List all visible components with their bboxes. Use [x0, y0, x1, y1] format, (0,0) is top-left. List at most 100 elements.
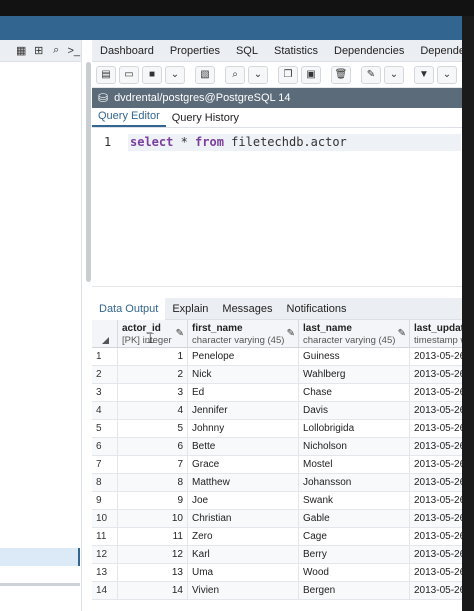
cell-actor-id[interactable]: 13	[118, 564, 188, 582]
connection-bar[interactable]: ⛁ dvdrental/postgres@PostgreSQL 14	[92, 88, 462, 108]
find-icon[interactable]: ⌕	[225, 65, 245, 84]
cell-last-update[interactable]: 2013-05-26	[410, 438, 462, 456]
row-number[interactable]: 2	[92, 366, 118, 384]
open-file-icon[interactable]: ▤	[96, 65, 116, 84]
edit-icon[interactable]: ✎	[361, 65, 381, 84]
delete-icon[interactable]: 🗑	[331, 65, 351, 84]
row-number[interactable]: 9	[92, 492, 118, 510]
cell-actor-id[interactable]: 11	[118, 528, 188, 546]
cell-first-name[interactable]: Christian	[188, 510, 299, 528]
table-row[interactable]: 13 13 Uma Wood 2013-05-26	[92, 564, 462, 582]
filter-icon[interactable]: ▼	[414, 65, 434, 84]
row-number[interactable]: 8	[92, 474, 118, 492]
row-number[interactable]: 14	[92, 582, 118, 600]
search-icon[interactable]: ⌕	[49, 42, 64, 59]
cell-first-name[interactable]: Matthew	[188, 474, 299, 492]
chevron-down-icon[interactable]: ⌄	[437, 65, 457, 84]
tab-query-history[interactable]: Query History	[166, 112, 245, 127]
save-data-icon[interactable]: ▧	[195, 65, 215, 84]
chevron-down-icon[interactable]: ⌄	[384, 65, 404, 84]
table-icon[interactable]: ▦	[14, 42, 29, 59]
cell-actor-id[interactable]: 5	[118, 420, 188, 438]
row-number[interactable]: 12	[92, 546, 118, 564]
tab-data-output[interactable]: Data Output	[92, 297, 166, 320]
cell-actor-id[interactable]: 7	[118, 456, 188, 474]
table-row[interactable]: 11 11 Zero Cage 2013-05-26	[92, 528, 462, 546]
tab-dependencies[interactable]: Dependencies	[326, 40, 412, 62]
cell-actor-id[interactable]: 9	[118, 492, 188, 510]
cell-last-name[interactable]: Berry	[299, 546, 410, 564]
table-row[interactable]: 10 10 Christian Gable 2013-05-26	[92, 510, 462, 528]
row-number[interactable]: 6	[92, 438, 118, 456]
tab-sql[interactable]: SQL	[228, 40, 266, 62]
cell-first-name[interactable]: Jennifer	[188, 402, 299, 420]
cell-actor-id[interactable]: 14	[118, 582, 188, 600]
tab-explain[interactable]: Explain	[165, 298, 215, 320]
table-row[interactable]: 14 14 Vivien Bergen 2013-05-26	[92, 582, 462, 600]
cell-first-name[interactable]: Ed	[188, 384, 299, 402]
panel-resize-handle[interactable]	[92, 286, 462, 298]
tab-notifications[interactable]: Notifications	[280, 298, 354, 320]
cell-last-update[interactable]: 2013-05-26	[410, 384, 462, 402]
cell-last-update[interactable]: 2013-05-26	[410, 366, 462, 384]
cell-last-name[interactable]: Lollobrigida	[299, 420, 410, 438]
copy-icon[interactable]: ❐	[278, 65, 298, 84]
column-header-last-name[interactable]: last_name character varying (45) ✎	[299, 320, 410, 348]
cell-first-name[interactable]: Uma	[188, 564, 299, 582]
cell-last-update[interactable]: 2013-05-26	[410, 564, 462, 582]
cell-actor-id[interactable]: 6	[118, 438, 188, 456]
terminal-icon[interactable]: >_	[67, 42, 82, 59]
row-number[interactable]: 11	[92, 528, 118, 546]
row-number[interactable]: 4	[92, 402, 118, 420]
paste-icon[interactable]: ▣	[301, 65, 321, 84]
table-row[interactable]: 12 12 Karl Berry 2013-05-26	[92, 546, 462, 564]
tab-statistics[interactable]: Statistics	[266, 40, 326, 62]
browser-vscrollbar[interactable]	[86, 62, 91, 282]
cell-last-update[interactable]: 2013-05-26	[410, 420, 462, 438]
table-row[interactable]: 9 9 Joe Swank 2013-05-26	[92, 492, 462, 510]
cell-last-update[interactable]: 2013-05-26	[410, 348, 462, 366]
table-row[interactable]: 8 8 Matthew Johansson 2013-05-26	[92, 474, 462, 492]
cell-last-name[interactable]: Gable	[299, 510, 410, 528]
code-line[interactable]: select * from filetechdb.actor	[128, 134, 461, 151]
row-number[interactable]: 7	[92, 456, 118, 474]
chevron-down-icon[interactable]: ⌄	[248, 65, 268, 84]
cell-last-name[interactable]: Chase	[299, 384, 410, 402]
cell-actor-id[interactable]: 1	[118, 348, 188, 366]
browser-selected-item[interactable]	[0, 548, 80, 566]
filter-table-icon[interactable]: ⊞	[32, 42, 47, 59]
cell-last-name[interactable]: Johansson	[299, 474, 410, 492]
column-header-first-name[interactable]: first_name character varying (45) ✎	[188, 320, 299, 348]
cell-last-name[interactable]: Wood	[299, 564, 410, 582]
cell-last-update[interactable]: 2013-05-26	[410, 402, 462, 420]
cell-last-name[interactable]: Wahlberg	[299, 366, 410, 384]
row-number[interactable]: 5	[92, 420, 118, 438]
cell-first-name[interactable]: Penelope	[188, 348, 299, 366]
tab-messages[interactable]: Messages	[215, 298, 279, 320]
cell-last-name[interactable]: Bergen	[299, 582, 410, 600]
cell-last-update[interactable]: 2013-05-26	[410, 474, 462, 492]
cell-last-name[interactable]: Nicholson	[299, 438, 410, 456]
cell-first-name[interactable]: Johnny	[188, 420, 299, 438]
table-row[interactable]: 7 7 Grace Mostel 2013-05-26	[92, 456, 462, 474]
row-number[interactable]: 3	[92, 384, 118, 402]
cell-last-name[interactable]: Davis	[299, 402, 410, 420]
table-row[interactable]: 5 5 Johnny Lollobrigida 2013-05-26	[92, 420, 462, 438]
table-row[interactable]: 2 2 Nick Wahlberg 2013-05-26	[92, 366, 462, 384]
cell-actor-id[interactable]: 8	[118, 474, 188, 492]
data-grid[interactable]: actor_id [PK] integer ✎ first_name chara…	[92, 320, 462, 600]
tab-properties[interactable]: Properties	[162, 40, 228, 62]
cell-first-name[interactable]: Vivien	[188, 582, 299, 600]
cell-first-name[interactable]: Joe	[188, 492, 299, 510]
cell-last-name[interactable]: Swank	[299, 492, 410, 510]
tab-dashboard[interactable]: Dashboard	[92, 40, 162, 62]
table-row[interactable]: 4 4 Jennifer Davis 2013-05-26	[92, 402, 462, 420]
row-number[interactable]: 1	[92, 348, 118, 366]
row-number[interactable]: 10	[92, 510, 118, 528]
cell-actor-id[interactable]: 3	[118, 384, 188, 402]
table-row[interactable]: 3 3 Ed Chase 2013-05-26	[92, 384, 462, 402]
cell-first-name[interactable]: Bette	[188, 438, 299, 456]
edit-column-icon[interactable]: ✎	[176, 328, 184, 339]
cell-actor-id[interactable]: 12	[118, 546, 188, 564]
table-row[interactable]: 6 6 Bette Nicholson 2013-05-26	[92, 438, 462, 456]
